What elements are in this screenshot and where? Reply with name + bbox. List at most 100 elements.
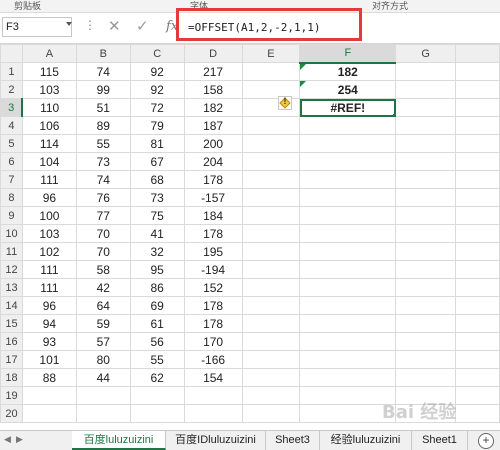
cell-d9[interactable]: 184 <box>183 206 243 225</box>
cell-e10[interactable] <box>241 224 301 243</box>
cell-h7[interactable] <box>455 170 500 189</box>
cell-g16[interactable] <box>395 332 457 351</box>
scroll-left-icon[interactable]: ◀ <box>4 434 11 445</box>
cell-c3[interactable]: 72 <box>129 98 185 117</box>
column-header-c[interactable]: C <box>129 44 185 63</box>
cell-g3[interactable] <box>395 98 457 117</box>
cell-e14[interactable] <box>241 296 301 315</box>
cell-c10[interactable]: 41 <box>129 224 185 243</box>
cell-f8[interactable] <box>299 188 397 207</box>
cell-f2[interactable]: 254 <box>299 80 397 99</box>
cell-h20[interactable] <box>455 404 500 423</box>
chevron-down-icon[interactable] <box>66 22 72 26</box>
cell-h13[interactable] <box>455 278 500 297</box>
cell-c19[interactable] <box>129 386 185 405</box>
cell-d8[interactable]: -157 <box>183 188 243 207</box>
cell-g10[interactable] <box>395 224 457 243</box>
cell-a20[interactable] <box>21 404 77 423</box>
name-box[interactable]: F3 <box>2 17 72 37</box>
cell-a2[interactable]: 103 <box>21 80 77 99</box>
row-header[interactable]: 1 <box>0 62 23 81</box>
cell-b12[interactable]: 58 <box>75 260 131 279</box>
cell-g18[interactable] <box>395 368 457 387</box>
cell-h11[interactable] <box>455 242 500 261</box>
row-header[interactable]: 13 <box>0 278 23 297</box>
insert-function-icon[interactable]: fx <box>166 19 178 34</box>
row-header[interactable]: 18 <box>0 368 23 387</box>
cell-g6[interactable] <box>395 152 457 171</box>
cell-d6[interactable]: 204 <box>183 152 243 171</box>
cell-c12[interactable]: 95 <box>129 260 185 279</box>
cell-h19[interactable] <box>455 386 500 405</box>
row-header[interactable]: 17 <box>0 350 23 369</box>
cell-c1[interactable]: 92 <box>129 62 185 81</box>
scroll-right-icon[interactable]: ▶ <box>16 434 23 445</box>
cell-a18[interactable]: 88 <box>21 368 77 387</box>
row-header[interactable]: 14 <box>0 296 23 315</box>
cell-b3[interactable]: 51 <box>75 98 131 117</box>
error-options-button[interactable]: ! <box>278 96 292 110</box>
cell-h12[interactable] <box>455 260 500 279</box>
cell-d19[interactable] <box>183 386 243 405</box>
sheet-tab-3[interactable]: Sheet3 <box>266 431 320 450</box>
cell-f12[interactable] <box>299 260 397 279</box>
cell-f10[interactable] <box>299 224 397 243</box>
cell-f7[interactable] <box>299 170 397 189</box>
cell-f1[interactable]: 182 <box>299 62 397 81</box>
cell-c13[interactable]: 86 <box>129 278 185 297</box>
cell-d13[interactable]: 152 <box>183 278 243 297</box>
cell-d11[interactable]: 195 <box>183 242 243 261</box>
cell-d16[interactable]: 170 <box>183 332 243 351</box>
cell-d17[interactable]: -166 <box>183 350 243 369</box>
cell-h17[interactable] <box>455 350 500 369</box>
cell-g8[interactable] <box>395 188 457 207</box>
cell-c4[interactable]: 79 <box>129 116 185 135</box>
cell-d4[interactable]: 187 <box>183 116 243 135</box>
cell-b1[interactable]: 74 <box>75 62 131 81</box>
cell-e1[interactable] <box>241 62 301 81</box>
cell-b13[interactable]: 42 <box>75 278 131 297</box>
cell-c9[interactable]: 75 <box>129 206 185 225</box>
row-header[interactable]: 3 <box>0 98 24 117</box>
cell-b18[interactable]: 44 <box>75 368 131 387</box>
cell-e19[interactable] <box>241 386 301 405</box>
column-header-g[interactable]: G <box>395 44 457 63</box>
cell-g13[interactable] <box>395 278 457 297</box>
cell-b4[interactable]: 89 <box>75 116 131 135</box>
cell-f16[interactable] <box>299 332 397 351</box>
cell-d3[interactable]: 182 <box>183 98 243 117</box>
cell-f15[interactable] <box>299 314 397 333</box>
cell-a4[interactable]: 106 <box>21 116 77 135</box>
cell-g4[interactable] <box>395 116 457 135</box>
cell-a10[interactable]: 103 <box>21 224 77 243</box>
cell-c17[interactable]: 55 <box>129 350 185 369</box>
cell-b9[interactable]: 77 <box>75 206 131 225</box>
cell-a16[interactable]: 93 <box>21 332 77 351</box>
cell-a3[interactable]: 110 <box>21 98 77 117</box>
cell-g2[interactable] <box>395 80 457 99</box>
cell-d7[interactable]: 178 <box>183 170 243 189</box>
cell-g15[interactable] <box>395 314 457 333</box>
cell-b11[interactable]: 70 <box>75 242 131 261</box>
column-header-b[interactable]: B <box>75 44 131 63</box>
cell-b10[interactable]: 70 <box>75 224 131 243</box>
row-header[interactable]: 16 <box>0 332 23 351</box>
cell-a9[interactable]: 100 <box>21 206 77 225</box>
cell-c11[interactable]: 32 <box>129 242 185 261</box>
cell-b19[interactable] <box>75 386 131 405</box>
more-options-icon[interactable]: ⋮ <box>84 18 96 32</box>
cell-f18[interactable] <box>299 368 397 387</box>
cell-h3[interactable] <box>455 98 500 117</box>
cell-h9[interactable] <box>455 206 500 225</box>
row-header[interactable]: 11 <box>0 242 23 261</box>
cell-d20[interactable] <box>183 404 243 423</box>
cell-f4[interactable] <box>299 116 397 135</box>
cell-e7[interactable] <box>241 170 301 189</box>
column-header-a[interactable]: A <box>21 44 77 63</box>
sheet-tab-4[interactable]: 经验luluzuizini <box>320 431 412 450</box>
cell-d1[interactable]: 217 <box>183 62 243 81</box>
cell-d18[interactable]: 154 <box>183 368 243 387</box>
cell-a5[interactable]: 114 <box>21 134 77 153</box>
cell-e13[interactable] <box>241 278 301 297</box>
cell-f13[interactable] <box>299 278 397 297</box>
